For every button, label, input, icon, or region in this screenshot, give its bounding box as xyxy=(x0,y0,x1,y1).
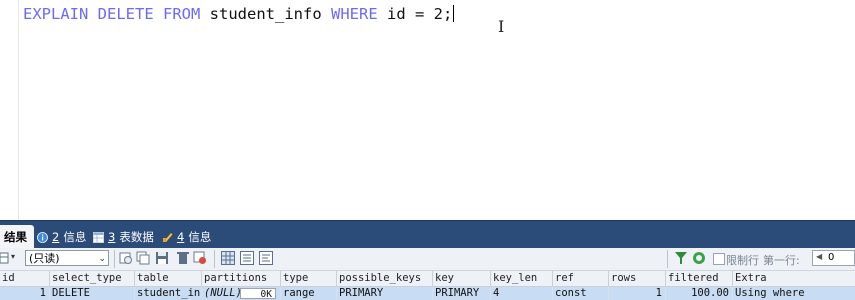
tab-table-data-label: 表数据 xyxy=(119,230,154,244)
column-header-rows[interactable]: rows xyxy=(609,271,666,286)
column-header-id[interactable]: id xyxy=(0,271,50,286)
cell-id[interactable]: 1 xyxy=(0,287,50,300)
tab-info-label: 信息 xyxy=(63,230,87,244)
tab-table-data-number: 3 xyxy=(108,230,116,244)
sql-editor[interactable]: EXPLAIN DELETE FROM student_info WHERE i… xyxy=(0,0,855,220)
table-row[interactable]: 1 DELETE student_inf (NULL) 0K range PRI… xyxy=(0,287,855,300)
tab-result-label: 结果 xyxy=(4,230,27,244)
cell-possible-keys[interactable]: PRIMARY xyxy=(337,287,433,300)
pencil-icon xyxy=(163,232,173,242)
column-header-extra[interactable]: Extra xyxy=(733,271,855,286)
sql-text: student_info xyxy=(200,5,331,23)
cell-select-type[interactable]: DELETE xyxy=(50,287,135,300)
chevron-down-icon[interactable]: ▾ xyxy=(11,252,15,261)
cell-key-len[interactable]: 4 xyxy=(491,287,553,300)
tab-result[interactable]: 结果 xyxy=(0,225,34,249)
tab-info-4-label: 信息 xyxy=(188,230,212,244)
filter-icon[interactable] xyxy=(674,251,688,265)
cell-extra[interactable]: Using where xyxy=(733,287,855,300)
chevron-left-icon[interactable]: ◀ xyxy=(816,252,822,261)
cell-ref[interactable]: const xyxy=(553,287,609,300)
cell-partitions-value: (NULL) xyxy=(204,287,242,299)
cell-partitions-size: 0K xyxy=(240,288,276,300)
cell-table[interactable]: student_inf xyxy=(135,287,202,300)
column-header-type[interactable]: type xyxy=(281,271,337,286)
first-row-label: 第一行: xyxy=(763,254,800,267)
delete-row-icon[interactable] xyxy=(176,251,190,265)
cell-filtered[interactable]: 100.00 xyxy=(666,287,733,300)
result-mode-value: (只读) xyxy=(29,252,60,265)
column-header-ref[interactable]: ref xyxy=(553,271,609,286)
text-cursor-icon: I xyxy=(498,17,505,36)
sql-keyword: EXPLAIN xyxy=(23,5,89,23)
tab-info[interactable]: 2 信息 xyxy=(37,226,86,248)
info-icon xyxy=(37,231,48,243)
tab-info-4[interactable]: 4 信息 xyxy=(162,226,211,248)
duplicate-row-icon[interactable] xyxy=(136,251,150,265)
form-view-icon[interactable] xyxy=(240,251,254,265)
column-header-partitions[interactable]: partitions xyxy=(202,271,281,286)
limit-rows-checkbox[interactable] xyxy=(713,253,725,265)
result-toolbar: ▾ (只读) ⌄ 限制行 第一行: ◀ 0 xyxy=(0,248,855,271)
toolbar-divider xyxy=(667,250,668,268)
tab-info-4-number: 4 xyxy=(177,230,185,244)
result-mode-select[interactable]: (只读) ⌄ xyxy=(25,250,109,266)
cancel-changes-icon[interactable] xyxy=(193,251,207,265)
column-header-filtered[interactable]: filtered xyxy=(666,271,733,286)
save-icon[interactable] xyxy=(155,251,169,265)
sql-keyword: WHERE xyxy=(331,5,378,23)
chevron-down-icon: ⌄ xyxy=(98,254,106,264)
cell-partitions[interactable]: (NULL) 0K xyxy=(202,287,281,300)
toolbar-divider xyxy=(214,250,215,268)
column-header-select-type[interactable]: select_type xyxy=(50,271,135,286)
cell-key[interactable]: PRIMARY xyxy=(433,287,491,300)
column-header-key[interactable]: key xyxy=(433,271,491,286)
cell-rows[interactable]: 1 xyxy=(609,287,666,300)
reset-filter-icon[interactable] xyxy=(692,251,706,265)
cell-type[interactable]: range xyxy=(281,287,337,300)
grid-mode-icon[interactable] xyxy=(0,251,10,265)
text-caret xyxy=(453,5,455,22)
text-view-icon[interactable] xyxy=(259,251,273,265)
grid-view-icon[interactable] xyxy=(221,251,235,265)
column-header-table[interactable]: table xyxy=(135,271,202,286)
column-header-possible-keys[interactable]: possible_keys xyxy=(337,271,433,286)
toolbar-divider xyxy=(114,250,115,268)
result-grid-header: id select_type table partitions type pos… xyxy=(0,271,855,287)
editor-gutter xyxy=(18,0,19,220)
tab-info-number: 2 xyxy=(52,230,60,244)
column-header-key-len[interactable]: key_len xyxy=(491,271,553,286)
result-tabbar: 结果 2 信息 3 表数据 4 信息 xyxy=(0,220,855,249)
sql-text: id = 2; xyxy=(377,5,453,23)
first-row-value: 0 xyxy=(828,252,835,263)
limit-rows-label: 限制行 xyxy=(726,254,759,267)
first-row-input[interactable]: ◀ 0 xyxy=(812,250,855,266)
sql-query-line[interactable]: EXPLAIN DELETE FROM student_info WHERE i… xyxy=(23,4,455,24)
table-icon xyxy=(93,231,104,243)
sql-keyword: FROM xyxy=(163,5,201,23)
sql-keyword: DELETE xyxy=(97,5,154,23)
refresh-icon[interactable] xyxy=(119,251,133,265)
tab-table-data[interactable]: 3 表数据 xyxy=(93,226,154,248)
